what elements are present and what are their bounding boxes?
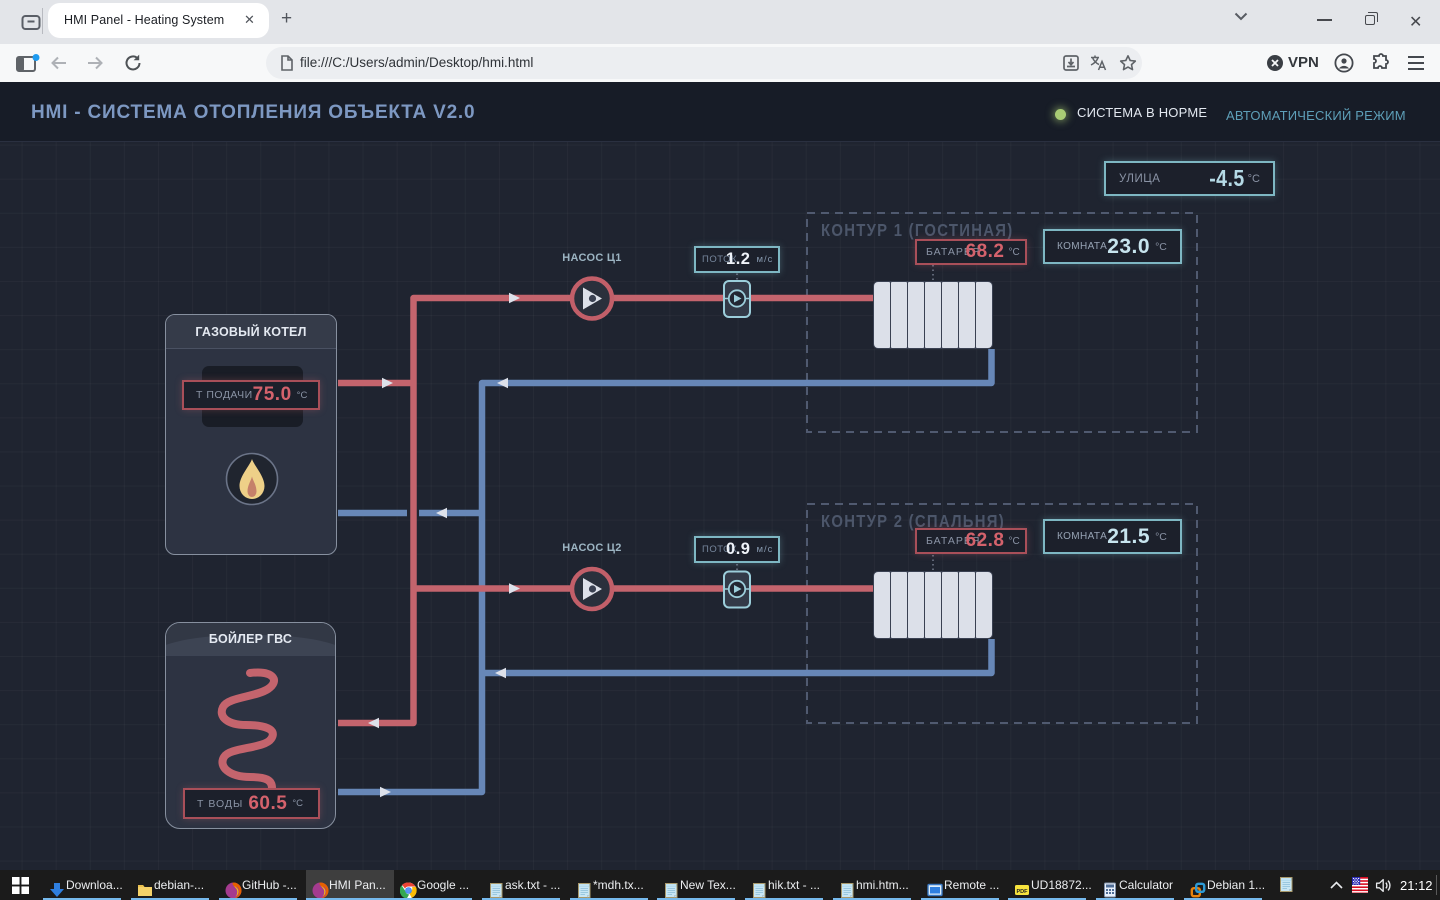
svg-text:PDF: PDF <box>1017 889 1029 895</box>
